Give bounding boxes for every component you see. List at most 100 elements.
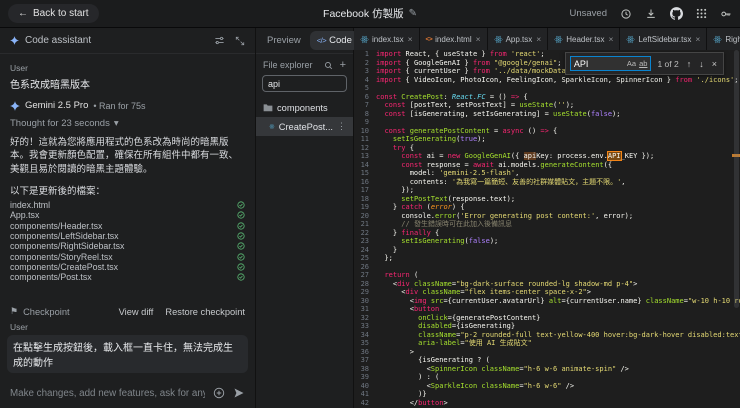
close-tab-icon[interactable]: × [536, 34, 541, 44]
line-number: 42 [360, 398, 369, 407]
file-tree-item[interactable]: components [256, 98, 353, 117]
search-icon[interactable] [324, 61, 333, 70]
code-line: 17 }); [354, 186, 740, 195]
whole-word-icon[interactable]: ab [639, 59, 647, 68]
download-icon[interactable] [645, 8, 657, 20]
apps-grid-icon[interactable] [696, 8, 707, 19]
file-tree: components CreatePost... ⋮ [256, 98, 353, 136]
updated-file-row[interactable]: components/LeftSidebar.tsx [10, 231, 245, 241]
editor-tab[interactable]: App.tsx × [487, 28, 549, 50]
line-number: 26 [360, 262, 369, 271]
api-key-icon[interactable] [720, 8, 732, 20]
line-number: 15 [360, 169, 369, 177]
editor-tab[interactable]: LeftSidebar.tsx × [620, 28, 708, 50]
chevron-down-icon: ▾ [113, 118, 119, 129]
code-line: 7 const [postText, setPostText] = useSta… [354, 101, 740, 110]
find-input[interactable] [573, 58, 624, 69]
find-next-icon[interactable]: ↓ [697, 59, 706, 69]
user-label: User [10, 322, 28, 333]
find-previous-icon[interactable]: ↑ [685, 59, 694, 69]
code-line: 42 </button> [354, 399, 740, 408]
line-number: 11 [360, 135, 369, 143]
close-tab-icon[interactable]: × [408, 34, 413, 44]
updated-file-row[interactable]: App.tsx [10, 210, 245, 220]
gemini-spark-icon [10, 100, 20, 111]
model-name: Gemini 2.5 Pro [25, 100, 89, 111]
html-file-icon: <> [425, 35, 433, 43]
updated-file-row[interactable]: index.html [10, 200, 245, 210]
line-number: 41 [360, 390, 369, 398]
check-circle-icon [237, 242, 245, 250]
thought-label: Thought for 23 seconds [10, 118, 110, 129]
close-tab-icon[interactable]: × [608, 34, 613, 44]
close-tab-icon[interactable]: × [695, 34, 700, 44]
restore-checkpoint-button[interactable]: Restore checkpoint [165, 307, 245, 317]
view-diff-button[interactable]: View diff [119, 307, 154, 317]
code-assistant-panel: Code assistant User 色系改成暗黑版本 Gemini 2.5 … [0, 28, 256, 408]
line-number: 5 [364, 84, 369, 92]
line-number: 35 [360, 339, 369, 347]
code-line: 8 const [isGenerating, setIsGenerating] … [354, 110, 740, 119]
file-search-input[interactable] [268, 78, 341, 89]
tab-code[interactable]: </> Code [309, 31, 359, 50]
unsaved-status: Unsaved [569, 8, 608, 19]
editor-scrollbar[interactable] [732, 50, 740, 408]
tab-preview[interactable]: Preview [260, 31, 308, 50]
updated-file-row[interactable]: components/StoryReel.tsx [10, 251, 245, 262]
history-icon[interactable] [620, 8, 632, 20]
back-label: Back to start [33, 8, 89, 19]
line-number: 30 [360, 296, 369, 305]
line-number: 31 [360, 305, 369, 313]
check-circle-icon [237, 263, 245, 271]
edit-title-icon[interactable]: ✎ [409, 8, 417, 19]
code-content[interactable]: 1 import React, { useState } from 'react'… [354, 50, 740, 408]
chat-input[interactable] [10, 387, 205, 399]
file-name: components/RightSidebar.tsx [10, 241, 125, 252]
line-number: 17 [360, 186, 369, 194]
match-case-icon[interactable]: Aa [627, 59, 636, 68]
line-number: 18 [360, 194, 369, 203]
add-file-icon[interactable]: + [340, 59, 346, 70]
updated-file-row[interactable]: components/Post.tsx [10, 272, 245, 282]
react-file-icon [269, 124, 275, 129]
editor-tab[interactable]: RightSidebar.t× [707, 28, 740, 50]
line-number: 34 [360, 330, 369, 339]
model-response-header: Gemini 2.5 Pro • Ran for 75s [10, 100, 245, 111]
close-tab-icon[interactable]: × [476, 34, 481, 44]
updated-file-row[interactable]: components/CreatePost.tsx [10, 262, 245, 272]
code-line: 31 <button [354, 305, 740, 314]
code-assistant-title: Code assistant [25, 35, 92, 46]
updated-file-row[interactable]: components/RightSidebar.tsx [10, 241, 245, 251]
code-line: 35 aria-label="使用 AI 生成貼文" [354, 339, 740, 348]
user-message: 在點擊生成按鈕後，載入框一直卡住，無法完成生成的動作 [7, 335, 248, 374]
scrollbar-thumb[interactable] [734, 50, 739, 308]
editor-tab[interactable]: index.tsx × [354, 28, 420, 50]
code-line: 5 [354, 84, 740, 93]
file-name: components/StoryReel.tsx [10, 251, 113, 262]
back-to-start-button[interactable]: ← Back to start [8, 4, 99, 23]
line-number: 7 [364, 101, 369, 109]
updated-file-row[interactable]: components/Header.tsx [10, 220, 245, 231]
tune-icon[interactable] [214, 35, 225, 46]
send-icon[interactable] [233, 387, 245, 399]
line-number: 27 [360, 271, 369, 279]
editor-tab[interactable]: Header.tsx × [548, 28, 621, 50]
line-number: 20 [360, 211, 369, 220]
tab-code-label: Code [329, 35, 352, 46]
kebab-menu-icon[interactable]: ⋮ [337, 121, 346, 132]
file-tree-item[interactable]: CreatePost... ⋮ [256, 117, 353, 136]
line-number: 38 [360, 364, 369, 373]
code-line: 15 model: 'gemini-2.5-flash', [354, 169, 740, 178]
line-number: 4 [364, 75, 369, 84]
thought-toggle[interactable]: Thought for 23 seconds ▾ [10, 118, 245, 129]
add-attachment-icon[interactable] [213, 387, 225, 399]
line-number: 40 [360, 381, 369, 390]
editor-tab[interactable]: <> index.html × [419, 28, 488, 50]
tab-preview-label: Preview [267, 35, 301, 46]
line-number: 22 [360, 228, 369, 237]
github-icon[interactable] [670, 7, 683, 20]
expand-panel-icon[interactable] [235, 36, 245, 46]
close-find-icon[interactable]: × [710, 59, 719, 69]
app-window: ← Back to start Facebook 仿製版 ✎ Unsaved C… [0, 0, 740, 408]
code-line: 38 <SpinnerIcon className="h-6 w-6 anima… [354, 365, 740, 374]
